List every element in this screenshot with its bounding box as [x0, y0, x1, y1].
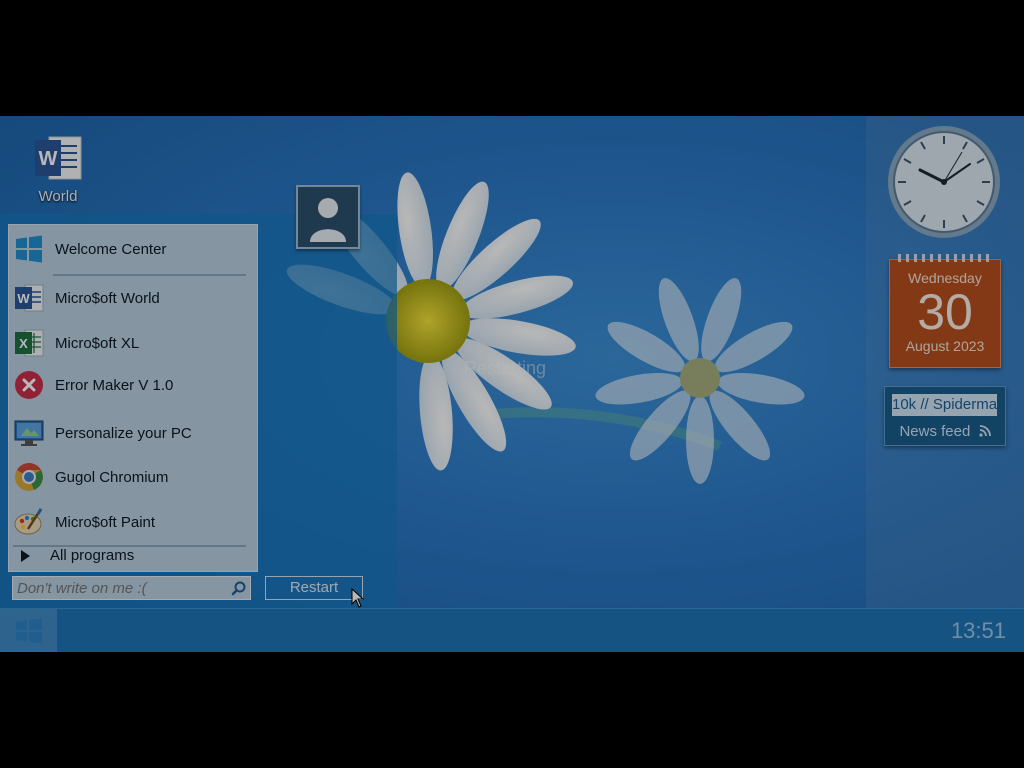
word-icon: W	[15, 284, 44, 312]
paint-icon	[14, 508, 43, 535]
windows-logo-icon	[15, 618, 42, 644]
start-item-personalize[interactable]: Personalize your PC	[13, 414, 251, 452]
chromium-icon	[15, 463, 43, 491]
search-icon[interactable]	[231, 580, 247, 596]
user-avatar-icon	[298, 187, 358, 247]
analog-clock[interactable]	[886, 124, 1002, 240]
start-item-microsoft-paint[interactable]: Micro$oft Paint	[13, 503, 251, 541]
calendar-gadget[interactable]: Wednesday 30 August 2023	[889, 254, 1001, 368]
start-item-label: Micro$oft XL	[55, 334, 140, 352]
error-icon	[15, 371, 43, 399]
monitor-icon	[14, 420, 44, 446]
news-ticker[interactable]: 10k // Spiderma	[892, 394, 997, 416]
all-programs-button[interactable]: All programs	[21, 547, 134, 564]
start-item-label: Error Maker V 1.0	[55, 376, 174, 394]
news-feed-row[interactable]: News feed	[885, 423, 1005, 440]
rss-icon	[978, 425, 991, 437]
calendar-day: 30	[917, 284, 973, 340]
taskbar: 13:51	[0, 608, 1024, 652]
all-programs-label: All programs	[50, 547, 135, 564]
start-menu-program-list: Welcome Center W Micro$oft World X Micro…	[8, 224, 258, 572]
mouse-cursor-icon	[351, 588, 365, 608]
start-item-microsoft-xl[interactable]: X Micro$oft XL	[13, 324, 251, 362]
user-account-tile[interactable]	[296, 185, 360, 249]
news-feed-label: News feed	[899, 423, 971, 440]
start-item-label: Micro$oft Paint	[55, 513, 156, 531]
calendar-rings	[898, 254, 992, 262]
start-item-label: Gugol Chromium	[55, 468, 169, 486]
start-button[interactable]	[0, 609, 57, 652]
desktop-screen: W World Wednesday 30 August 2023 10k // …	[0, 116, 1024, 652]
news-feed-gadget[interactable]: 10k // Spiderma News feed	[884, 386, 1006, 446]
restart-button[interactable]: Restart	[265, 576, 363, 600]
restarting-status-text: Restarting	[464, 358, 547, 378]
start-item-welcome-center[interactable]: Welcome Center	[13, 230, 251, 268]
word-doc-icon: W	[35, 136, 82, 180]
start-item-microsoft-world[interactable]: W Micro$oft World	[13, 279, 251, 317]
svg-text:W: W	[17, 291, 30, 306]
svg-text:X: X	[19, 336, 28, 351]
start-item-label: Welcome Center	[55, 240, 167, 258]
gadget-sidebar: Wednesday 30 August 2023 10k // Spiderma…	[866, 116, 1024, 608]
start-search-box[interactable]	[12, 576, 251, 600]
excel-icon: X	[15, 329, 44, 357]
start-item-label: Micro$oft World	[55, 289, 160, 307]
start-item-error-maker[interactable]: Error Maker V 1.0	[13, 366, 251, 404]
start-menu-separator	[53, 274, 246, 276]
taskbar-clock[interactable]: 13:51	[951, 618, 1006, 644]
start-search-input[interactable]	[17, 578, 222, 598]
arrow-right-icon	[21, 549, 30, 562]
calendar-month-year: August 2023	[905, 338, 985, 354]
start-item-label: Personalize your PC	[55, 424, 192, 442]
desktop-icon-label: World	[38, 188, 78, 205]
svg-text:W: W	[39, 148, 58, 170]
start-menu: Welcome Center W Micro$oft World X Micro…	[0, 214, 397, 608]
desktop-icon-world[interactable]: W World	[24, 134, 92, 205]
start-item-gugol-chromium[interactable]: Gugol Chromium	[13, 458, 251, 496]
windows-logo-icon	[16, 235, 42, 263]
